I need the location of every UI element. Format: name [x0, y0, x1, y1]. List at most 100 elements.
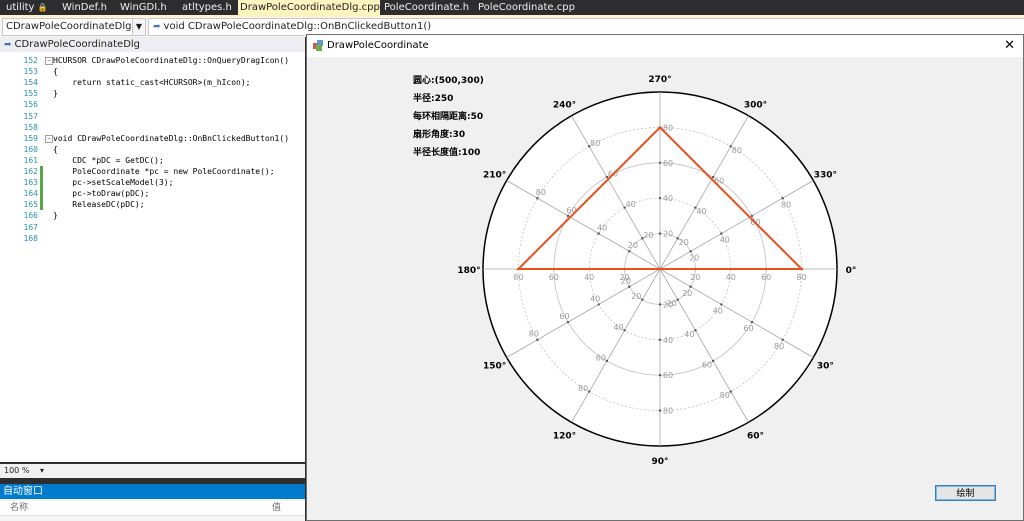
ring-tick-dot	[566, 320, 570, 324]
ring-tick-dot	[628, 250, 631, 253]
ring-tick-dot	[536, 338, 539, 341]
code-line[interactable]: 166}	[0, 210, 305, 221]
tab-1[interactable]: WinDef.h	[60, 0, 116, 15]
tab-label: WinGDI.h	[120, 2, 167, 13]
ring-value-label: 80	[590, 139, 600, 148]
chevron-down-icon[interactable]: ▼	[132, 19, 145, 35]
angle-label: 120°	[553, 431, 576, 441]
code-text: pc->setScaleModel(3);	[53, 178, 174, 188]
ring-value-label: 80	[663, 407, 673, 416]
ring-value-label: 40	[684, 330, 694, 339]
ring-tick-dot	[781, 338, 784, 341]
line-number: 160	[23, 144, 38, 154]
ring-tick-dot	[658, 374, 662, 377]
code-line[interactable]: 168	[0, 233, 305, 244]
auto-window-columns: 名称 值	[0, 501, 305, 516]
draw-pole-coordinate-dialog: DrawPoleCoordinate ✕ 圆心:(500,300) 半径:250…	[306, 34, 1024, 521]
ring-value-label: 40	[584, 273, 594, 282]
ring-tick-dot	[720, 232, 723, 235]
code-line[interactable]: 164 pc->toDraw(pDC);	[0, 188, 305, 200]
zoom-dropdown-icon[interactable]: ▾	[40, 466, 44, 475]
code-line[interactable]: 153 {	[0, 66, 305, 77]
ring-value-label: 20	[679, 238, 689, 247]
ring-value-label: 40	[613, 323, 623, 332]
tab-0[interactable]: utility 🔒	[4, 0, 58, 15]
code-line[interactable]: 158	[0, 122, 305, 133]
ring-tick-dot	[597, 232, 600, 235]
code-text: }	[53, 211, 58, 221]
tab-4[interactable]: DrawPoleCoordinateDlg.cpp ×	[238, 0, 391, 15]
line-number: 162	[23, 167, 38, 176]
line-number: 165	[23, 200, 38, 210]
angle-label: 330°	[814, 171, 837, 181]
document-tab-strip: utility 🔒 WinDef.h WinGDI.h atltypes.h DrawPo…	[0, 0, 1024, 15]
code-line[interactable]: 155}	[0, 88, 305, 99]
ring-value-label: 80	[529, 330, 539, 339]
auto-window-title: 自动窗口	[0, 484, 305, 499]
tab-3[interactable]: atltypes.h	[180, 0, 236, 15]
tab-6[interactable]: PoleCoordinate.cpp	[476, 0, 575, 15]
ring-tick-dot	[781, 197, 784, 200]
code-line[interactable]: 154 return static_cast<HCURSOR>(m_hIcon)…	[0, 77, 305, 88]
ring-tick-dot	[628, 285, 631, 288]
class-combo[interactable]: CDrawPoleCoordinateDlg ▼	[2, 18, 146, 36]
auto-window: 自动窗口 名称 值	[0, 484, 305, 521]
code-line[interactable]: 167	[0, 222, 305, 233]
class-bar: ➦ CDrawPoleCoordinateDlg	[0, 37, 305, 52]
tab-5[interactable]: PoleCoordinate.h	[382, 0, 474, 15]
ring-value-label: 80	[732, 146, 742, 155]
code-text: CDC *pDC = GetDC();	[53, 155, 164, 165]
ring-value-label: 80	[578, 384, 588, 393]
ring-value-label: 40	[626, 200, 636, 209]
method-combo-value: void CDrawPoleCoordinateDlg::OnBnClicked…	[163, 21, 432, 32]
ring-value-label: 20	[690, 273, 700, 282]
change-marker	[40, 166, 43, 177]
code-line[interactable]: 157	[0, 111, 305, 122]
draw-button[interactable]: 绘制	[935, 485, 996, 501]
code-line[interactable]: 163 pc->setScaleModel(3);	[0, 177, 305, 189]
code-line[interactable]: 162 PoleCoordinate *pc = new PoleCoordin…	[0, 166, 305, 177]
code-line[interactable]: 152− HCURSOR CDrawPoleCoordinateDlg::OnQu…	[0, 55, 305, 66]
class-bar-title: CDrawPoleCoordinateDlg	[14, 39, 141, 50]
ring-tick-dot	[658, 409, 662, 412]
ring-value-label: 80	[720, 391, 730, 400]
col-name[interactable]: 名称	[10, 501, 28, 515]
polar-chart: 20 40 60 80 20 40 60 80 20 40 60 80 20 40 60 80 20 40 60 80…	[457, 75, 856, 467]
ring-value-label: 40	[713, 306, 723, 315]
tab-2[interactable]: WinGDI.h	[118, 0, 178, 15]
ring-value-label: 40	[590, 294, 600, 303]
ring-value-label: 80	[513, 273, 523, 282]
ring-value-label: 60	[559, 312, 569, 321]
col-value[interactable]: 值	[272, 501, 281, 515]
ring-tick-dot	[623, 329, 626, 332]
ring-value-label: 40	[726, 273, 736, 282]
code-line[interactable]: 159− void CDrawPoleCoordinateDlg::OnBnCli…	[0, 133, 305, 144]
change-marker	[40, 177, 43, 189]
ring-tick-dot	[729, 390, 732, 393]
angle-label: 30°	[817, 362, 834, 372]
ring-value-label: 60	[596, 353, 606, 362]
ring-value-label: 20	[643, 231, 653, 240]
zoom-value[interactable]: 100 %	[0, 466, 29, 475]
fold-toggle-icon[interactable]: −	[45, 134, 53, 143]
code-line[interactable]: 165 ReleaseDC(pDC);	[0, 199, 305, 211]
ring-value-label: 20	[620, 273, 630, 282]
code-editor[interactable]: ➦ CDrawPoleCoordinateDlg 152− HCURSOR CDra…	[0, 37, 305, 462]
ring-tick-dot	[605, 359, 609, 363]
angle-label: 180°	[457, 266, 480, 276]
app-icon	[313, 40, 323, 51]
code-line[interactable]: 161 CDC *pDC = GetDC();	[0, 155, 305, 166]
angle-label: 60°	[747, 431, 764, 441]
code-text: return static_cast<HCURSOR>(m_hIcon);	[53, 78, 251, 88]
code-line[interactable]: 160 {	[0, 144, 305, 155]
fold-toggle-icon[interactable]: −	[45, 57, 53, 65]
close-icon[interactable]: ✕	[1004, 35, 1015, 57]
line-number: 161	[23, 155, 38, 165]
line-number: 152	[23, 56, 38, 65]
dialog-title: DrawPoleCoordinate	[327, 40, 429, 51]
ring-value-label: 20	[682, 289, 692, 298]
ring-tick-dot	[658, 197, 662, 200]
tab-label: PoleCoordinate.cpp	[478, 2, 575, 13]
code-line[interactable]: 156	[0, 99, 305, 110]
ring-value-label: 20	[663, 230, 673, 239]
